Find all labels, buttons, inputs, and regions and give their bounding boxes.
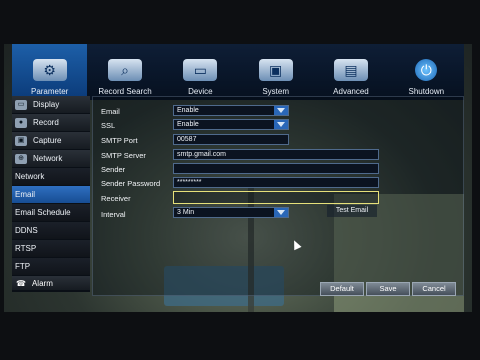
tab-shutdown-label: Shutdown bbox=[408, 87, 445, 96]
interval-label: Interval bbox=[101, 209, 126, 219]
receiver-label: Receiver bbox=[101, 193, 131, 203]
smtp-port-input[interactable]: 00587 bbox=[173, 134, 289, 145]
email-enable-value: Enable bbox=[177, 107, 199, 114]
tab-system[interactable]: ▣ System bbox=[238, 44, 313, 100]
smtp-port-value: 00587 bbox=[177, 136, 197, 143]
sidebar-item-network-group[interactable]: ⊕ Network bbox=[12, 150, 90, 167]
receiver-input[interactable] bbox=[173, 191, 379, 204]
sidebar-item-network[interactable]: Network bbox=[12, 168, 90, 185]
sidebar-item-label: FTP bbox=[15, 262, 31, 271]
sidebar-item-label: Network bbox=[15, 172, 45, 181]
display-icon: ▭ bbox=[15, 99, 27, 110]
sidebar-item-ddns[interactable]: DDNS bbox=[12, 222, 90, 239]
default-button[interactable]: Default bbox=[320, 282, 364, 296]
cancel-button[interactable]: Cancel bbox=[412, 282, 456, 296]
tab-device[interactable]: ▭ Device bbox=[163, 44, 238, 100]
row-smtp-port: SMTP Port bbox=[101, 134, 177, 146]
sidebar-item-label: Display bbox=[33, 100, 60, 109]
tab-parameter-label: Parameter bbox=[30, 87, 69, 96]
sender-input[interactable] bbox=[173, 163, 379, 174]
row-sender: Sender bbox=[101, 163, 177, 175]
advanced-panel-icon: ▤ bbox=[333, 59, 368, 81]
test-email-button[interactable]: Test Email bbox=[327, 205, 377, 217]
email-label: Email bbox=[101, 106, 120, 116]
tab-record-search[interactable]: ⌕ Record Search bbox=[87, 44, 162, 100]
top-menu-bar: ⚙ Parameter ⌕ Record Search ▭ Device ▣ S… bbox=[12, 44, 464, 100]
sidebar-item-capture[interactable]: ▣ Capture bbox=[12, 132, 90, 149]
search-camera-icon: ⌕ bbox=[107, 59, 142, 81]
ssl-select[interactable]: Enable bbox=[173, 119, 289, 130]
sidebar-item-ftp[interactable]: FTP bbox=[12, 258, 90, 275]
sidebar: ▭ Display ● Record ▣ Capture ⊕ Network N… bbox=[12, 96, 90, 292]
row-sender-password: Sender Password bbox=[101, 177, 177, 189]
row-smtp-server: SMTP Server bbox=[101, 149, 177, 161]
interval-value: 3 Min bbox=[177, 209, 195, 216]
sidebar-item-label: Capture bbox=[33, 136, 62, 145]
tab-system-label: System bbox=[262, 87, 289, 96]
email-enable-select[interactable]: Enable bbox=[173, 105, 289, 116]
tab-advanced-label: Advanced bbox=[333, 87, 369, 96]
row-receiver: Receiver bbox=[101, 192, 177, 204]
sender-label: Sender bbox=[101, 164, 126, 174]
chevron-down-icon[interactable] bbox=[274, 208, 288, 217]
row-ssl: SSL bbox=[101, 119, 177, 131]
sidebar-item-label: Record bbox=[33, 118, 59, 127]
smtp-server-value: smtp.gmail.com bbox=[177, 151, 227, 158]
gears-icon: ⚙ bbox=[32, 59, 67, 81]
ssl-value: Enable bbox=[177, 121, 199, 128]
sidebar-item-alarm[interactable]: ☎ Alarm bbox=[12, 276, 90, 290]
sender-password-value: ********* bbox=[177, 179, 202, 186]
interval-select[interactable]: 3 Min bbox=[173, 207, 289, 218]
sidebar-item-email[interactable]: Email bbox=[12, 186, 90, 203]
save-button[interactable]: Save bbox=[366, 282, 410, 296]
row-email: Email bbox=[101, 105, 177, 117]
smtp-server-input[interactable]: smtp.gmail.com bbox=[173, 149, 379, 160]
chevron-down-icon[interactable] bbox=[274, 106, 288, 115]
sidebar-item-label: RTSP bbox=[15, 244, 37, 253]
row-interval: Interval bbox=[101, 208, 177, 220]
capture-icon: ▣ bbox=[15, 135, 27, 146]
network-icon: ⊕ bbox=[15, 153, 27, 164]
power-icon: ⏻ bbox=[415, 59, 438, 81]
tab-device-label: Device bbox=[188, 87, 213, 96]
alarm-label: Alarm bbox=[31, 278, 53, 288]
record-icon: ● bbox=[15, 117, 27, 128]
sidebar-item-label: Email Schedule bbox=[15, 208, 71, 217]
tab-record-search-label: Record Search bbox=[98, 87, 152, 96]
tab-advanced[interactable]: ▤ Advanced bbox=[313, 44, 388, 100]
sender-password-input[interactable]: ********* bbox=[173, 177, 379, 188]
sidebar-item-record[interactable]: ● Record bbox=[12, 114, 90, 131]
smtp-server-label: SMTP Server bbox=[101, 150, 146, 160]
monitor-settings-icon: ▣ bbox=[258, 59, 293, 81]
sender-password-label: Sender Password bbox=[101, 178, 161, 188]
tab-shutdown[interactable]: ⏻ Shutdown bbox=[389, 44, 464, 100]
sidebar-item-display[interactable]: ▭ Display bbox=[12, 96, 90, 113]
sidebar-item-label: Network bbox=[33, 154, 63, 163]
sidebar-item-label: Email bbox=[15, 190, 36, 199]
tab-parameter[interactable]: ⚙ Parameter bbox=[12, 44, 88, 100]
smtp-port-label: SMTP Port bbox=[101, 135, 138, 145]
sidebar-item-email-schedule[interactable]: Email Schedule bbox=[12, 204, 90, 221]
sidebar-item-label: DDNS bbox=[15, 226, 38, 235]
email-settings-panel: Email Enable SSL Enable SMTP Port 00587 … bbox=[92, 96, 464, 296]
chevron-down-icon[interactable] bbox=[274, 120, 288, 129]
ssl-label: SSL bbox=[101, 120, 116, 130]
sidebar-item-rtsp[interactable]: RTSP bbox=[12, 240, 90, 257]
alarm-icon: ☎ bbox=[16, 278, 26, 288]
hdd-icon: ▭ bbox=[183, 59, 218, 81]
